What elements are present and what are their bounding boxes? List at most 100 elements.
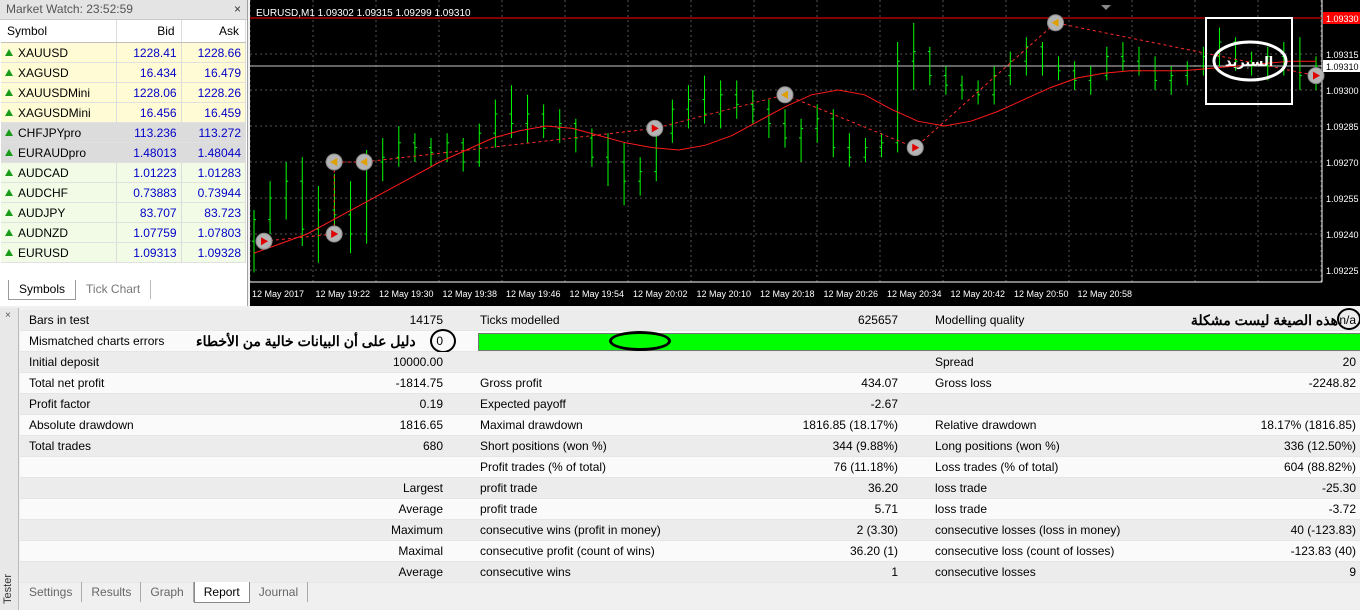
symbol-row[interactable]: XAUUSD 1228.41 1228.66 [1,42,247,63]
symbol-name: EURUSD [18,245,69,260]
report-cell-v1: 14175 [409,313,443,327]
buy-marker[interactable] [646,119,664,137]
buy-marker[interactable] [255,232,273,250]
symbol-name: AUDCAD [18,165,69,180]
report-cell-v2: 1816.85 (18.17%) [802,418,898,432]
symbol-name: XAUUSDMini [18,85,91,100]
bid-cell: 83.707 [116,202,182,223]
buy-marker[interactable] [1307,67,1325,85]
ask-cell: 1.07803 [181,222,247,243]
column-header-bid[interactable]: Bid [116,20,182,43]
tab-symbols[interactable]: Symbols [8,280,77,300]
price-bar [573,118,578,153]
tab-results[interactable]: Results [82,582,142,602]
close-icon[interactable]: × [234,0,241,19]
symbol-row[interactable]: XAGUSD 16.434 16.479 [1,62,247,83]
arrow-up-icon [5,68,13,76]
report-cell-v2: 2 (3.30) [856,523,898,537]
symbol-row[interactable]: CHFJPYpro 113.236 113.272 [1,122,247,143]
report-cell-v3: -25.30 [1321,481,1356,495]
price-bar [541,104,546,138]
price-bar [509,85,514,138]
report-row: Average consecutive wins 1 consecutive loss… [20,562,1360,583]
report-cell-l2: profit trade [480,481,538,495]
symbol-cell: AUDCAD [1,162,118,183]
arrow-up-icon [5,148,13,156]
price-bar [766,99,771,138]
report-cell-l1: Bars in test [29,313,90,327]
time-label: 12 May 19:30 [379,289,434,299]
symbol-row[interactable]: EURUSD 1.09313 1.09328 [1,242,247,263]
report-cell-v1: Maximum [390,523,443,537]
price-bars [252,22,1318,273]
price-bar [831,109,836,158]
price-bar [1024,37,1029,76]
buy-marker[interactable] [325,225,343,243]
buy-marker[interactable] [906,139,924,157]
arrow-up-icon [5,188,13,196]
symbol-row[interactable]: XAUUSDMini 1228.06 1228.26 [1,82,247,103]
market-watch-header: Symbol Bid Ask [1,20,247,43]
price-bar [686,85,691,129]
price-bar [1153,56,1158,90]
column-header-symbol[interactable]: Symbol [1,20,118,43]
chart-canvas[interactable]: السبريد EURUSD,M1 1.09302 1.09315 1.0929… [250,0,1360,306]
price-bar [622,142,627,206]
chart-grid [250,0,1323,283]
time-label: 12 May 19:54 [570,289,625,299]
report-cell-l2: consecutive wins [480,565,571,579]
symbol-name: AUDCHF [18,185,68,200]
sell-marker[interactable] [776,86,794,104]
price-bar [992,66,997,105]
report-cell-v1: Average [398,502,443,516]
tab-tick-chart[interactable]: Tick Chart [76,280,152,299]
report-cell-v2: 434.07 [861,376,898,390]
tab-journal[interactable]: Journal [250,582,309,602]
price-chart[interactable]: السبريد EURUSD,M1 1.09302 1.09315 1.0929… [250,0,1360,306]
report-cell-v2: 76 (11.18%) [833,460,898,474]
tab-graph[interactable]: Graph [141,582,194,602]
bid-cell: 1.09313 [116,242,182,263]
report-cell-v3: 40 (-123.83) [1290,523,1356,537]
price-bar [895,42,900,153]
quality-annotation: هذه الصيغة ليست مشكلة [1190,312,1338,328]
report-row: Initial deposit 10000.00 Spread 20 [20,352,1360,373]
sell-marker[interactable] [355,153,373,171]
symbol-name: XAGUSDMini [18,105,91,120]
symbol-name: AUDNZD [18,225,68,240]
price-bar [396,126,401,167]
market-watch-title-bar: Market Watch: 23:52:59 × [0,0,247,20]
time-label: 12 May 19:38 [443,289,498,299]
tab-settings[interactable]: Settings [20,582,83,602]
column-header-ask[interactable]: Ask [181,20,247,43]
sell-marker[interactable] [325,153,343,171]
report-cell-v1: Maximal [398,544,443,558]
market-watch-tabs: Symbols Tick Chart [8,280,152,300]
report-cell-l2: Short positions (won %) [480,439,607,453]
bid-cell: 1228.41 [116,42,182,63]
symbol-row[interactable]: AUDCHF 0.73883 0.73944 [1,182,247,203]
sell-marker[interactable] [1047,14,1065,32]
bid-cell: 1.07759 [116,222,182,243]
price-bar [734,80,739,119]
time-label: 12 May 20:26 [824,289,879,299]
report-cell-v3: 18.17% (1816.85) [1260,418,1356,432]
report-cell-l3: Gross loss [935,376,992,390]
price-bar [799,118,804,162]
close-icon[interactable]: × [5,310,11,321]
report-cell-v1: 0.19 [419,397,443,411]
report-cell-v3: 20 [1342,355,1356,369]
price-label: 1.09240 [1326,230,1359,240]
symbol-row[interactable]: AUDCAD 1.01223 1.01283 [1,162,247,183]
symbol-row[interactable]: AUDNZD 1.07759 1.07803 [1,222,247,243]
symbol-row[interactable]: AUDJPY 83.707 83.723 [1,202,247,223]
report-row: Total trades 680 Short positions (won %) 34… [20,436,1360,457]
tab-report[interactable]: Report [193,582,250,603]
price-bar [300,157,305,246]
symbol-row[interactable]: XAGUSDMini 16.456 16.459 [1,102,247,123]
price-bar [718,80,723,129]
report-cell-l3: loss trade [935,481,988,495]
chart-shift-icon[interactable] [1101,5,1111,10]
symbol-row[interactable]: EURAUDpro 1.48013 1.48044 [1,142,247,163]
symbol-name: AUDJPY [18,205,66,220]
